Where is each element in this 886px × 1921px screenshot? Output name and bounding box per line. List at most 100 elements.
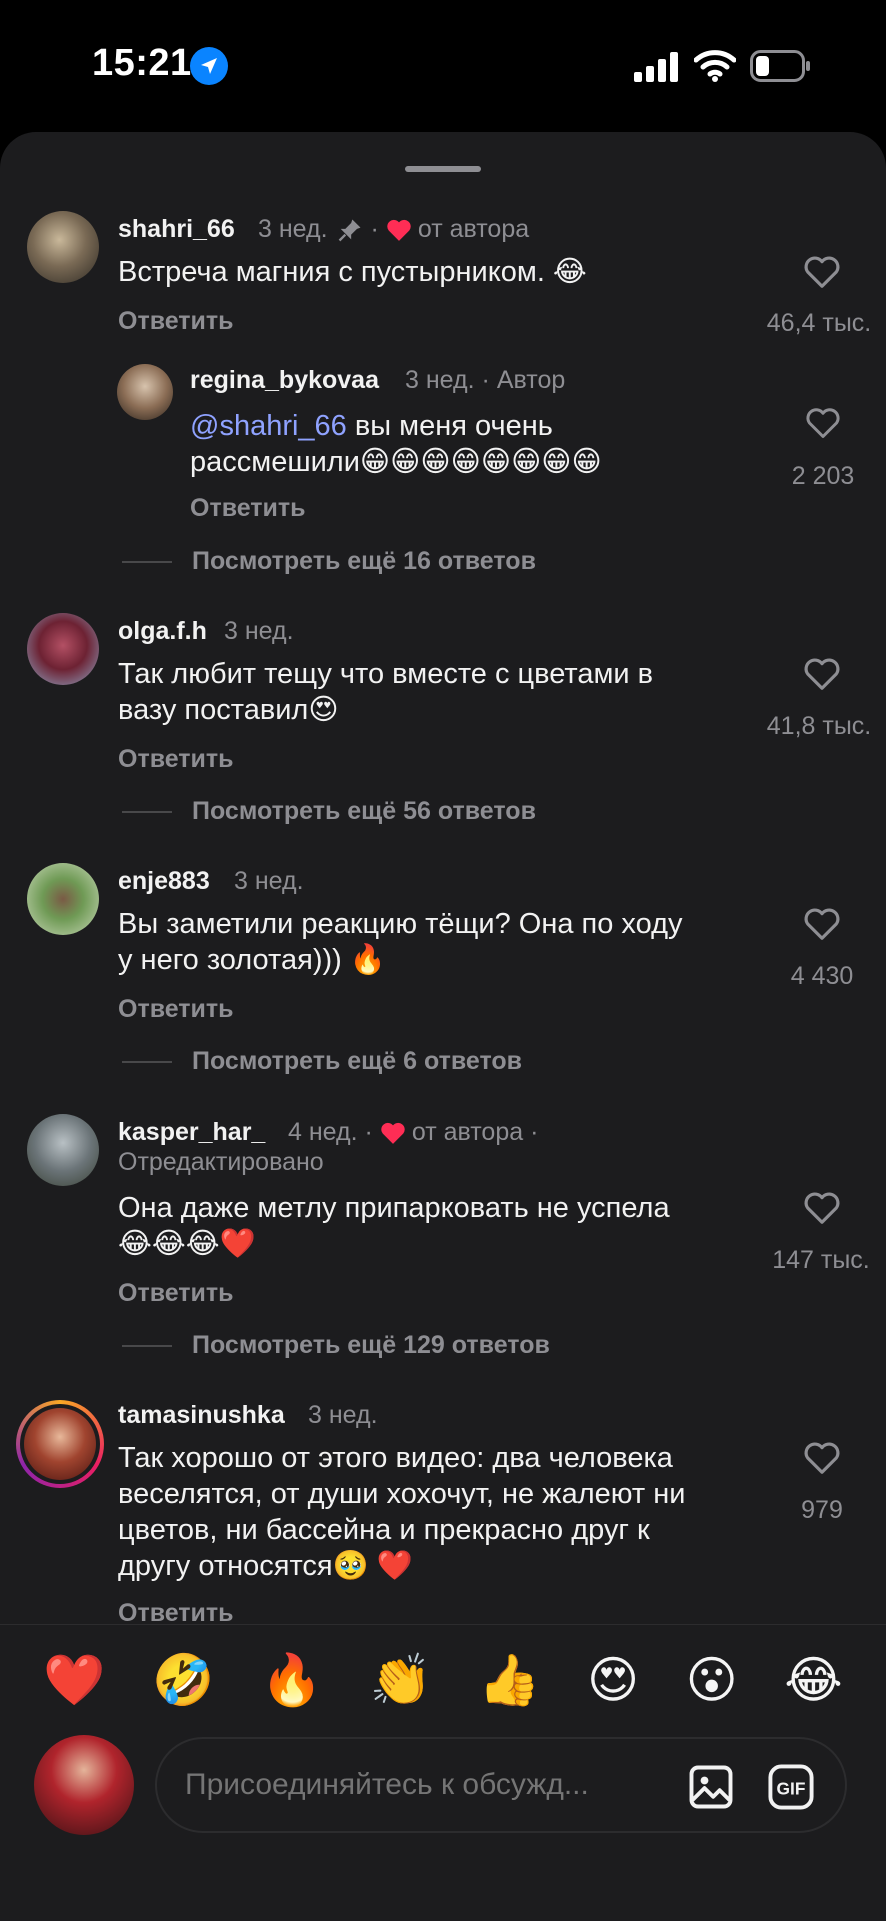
current-user-avatar bbox=[34, 1735, 134, 1835]
edited-label: Отредактировано bbox=[118, 1148, 324, 1176]
comment-text: Встреча магния с пустырником. 😂 bbox=[118, 256, 587, 288]
like-heart-icon[interactable] bbox=[803, 1440, 841, 1476]
comment-text: @shahri_66 вы меня очень рассмешили😁😁😁😁😁… bbox=[190, 408, 750, 480]
like-count: 46,4 тыс. bbox=[766, 309, 872, 337]
like-heart-icon[interactable] bbox=[803, 906, 841, 942]
comment-input[interactable] bbox=[183, 1767, 627, 1803]
comment-username[interactable]: shahri_66 bbox=[118, 215, 235, 244]
separator-dot: · bbox=[364, 1118, 373, 1146]
cellular-signal-icon bbox=[634, 52, 678, 82]
comment-text-line: вазу поставил😍 bbox=[118, 694, 339, 726]
quick-emoji-surprised[interactable]: 😮 bbox=[686, 1651, 738, 1709]
avatar[interactable] bbox=[27, 1114, 99, 1186]
comment-text: Вы заметили реакцию тёщи? Она по ходу у … bbox=[118, 906, 758, 978]
view-more-replies-button[interactable]: Посмотреть ещё 56 ответов bbox=[192, 797, 536, 826]
composer-area: ❤️ 🤣 🔥 👏 👍 😍 😮 😂 GIF bbox=[0, 1624, 886, 1921]
more-replies-line bbox=[122, 1061, 172, 1063]
location-arrow-icon bbox=[190, 47, 228, 85]
quick-emoji-clap[interactable]: 👏 bbox=[369, 1651, 431, 1709]
comment-text-line: 😂😂😂❤️ bbox=[118, 1228, 256, 1260]
view-more-replies-button[interactable]: Посмотреть ещё 16 ответов bbox=[192, 547, 536, 576]
comment-text: Так хорошо от этого видео: два человека … bbox=[118, 1440, 778, 1584]
status-time: 15:21 bbox=[92, 42, 192, 84]
pin-icon bbox=[338, 219, 361, 241]
like-heart-icon[interactable] bbox=[803, 1190, 841, 1226]
more-replies-line bbox=[122, 561, 172, 563]
quick-emoji-rofl[interactable]: 🤣 bbox=[152, 1651, 214, 1709]
avatar-image bbox=[24, 1408, 96, 1480]
comment-text-line: вы меня очень bbox=[346, 410, 553, 442]
comment-text-line: рассмешили😁😁😁😁😁😁😁😁 bbox=[190, 446, 602, 478]
comment-meta: 4 нед. · от автора · bbox=[288, 1118, 545, 1147]
author-badge: Автор bbox=[496, 366, 566, 394]
like-heart-icon[interactable] bbox=[805, 406, 841, 440]
comment-text-line: Она даже метлу припарковать не успела bbox=[118, 1192, 670, 1224]
separator-dot: · bbox=[481, 366, 490, 394]
comment-time: 3 нед. bbox=[405, 366, 475, 394]
status-bar: 15:21 bbox=[0, 0, 886, 130]
svg-text:GIF: GIF bbox=[777, 1779, 806, 1799]
comment-text-line: Так хорошо от этого видео: два человека bbox=[118, 1442, 673, 1474]
comment-text-line: Так любит тещу что вместе с цветами в bbox=[118, 658, 654, 690]
like-count: 147 тыс. bbox=[772, 1246, 870, 1274]
comment-username[interactable]: enje883 bbox=[118, 867, 210, 896]
comment-meta: 3 нед. bbox=[224, 617, 294, 646]
comment-username[interactable]: regina_bykovaa bbox=[190, 366, 379, 395]
comment-username[interactable]: olga.f.h bbox=[118, 617, 207, 646]
like-count: 979 bbox=[801, 1496, 843, 1524]
more-replies-line bbox=[122, 1345, 172, 1347]
comment-text-line: веселятся, от души хохочут, не жалеют ни bbox=[118, 1478, 686, 1510]
comment-text: Так любит тещу что вместе с цветами в ва… bbox=[118, 656, 738, 728]
like-count: 4 430 bbox=[790, 962, 854, 990]
avatar[interactable] bbox=[27, 211, 99, 283]
separator-dot: · bbox=[530, 1118, 539, 1146]
gif-icon[interactable]: GIF bbox=[765, 1761, 817, 1813]
comment-time: 3 нед. bbox=[234, 867, 304, 895]
author-liked-heart-icon bbox=[381, 1122, 405, 1144]
reply-button[interactable]: Ответить bbox=[118, 307, 234, 336]
comment-meta: 3 нед. bbox=[308, 1401, 378, 1430]
liked-by-author-label: от автора bbox=[417, 215, 530, 243]
like-heart-icon[interactable] bbox=[803, 254, 841, 290]
image-attach-icon[interactable] bbox=[685, 1761, 737, 1813]
reply-button[interactable]: Ответить bbox=[118, 745, 234, 774]
avatar[interactable] bbox=[27, 863, 99, 935]
like-heart-icon[interactable] bbox=[803, 656, 841, 692]
view-more-replies-button[interactable]: Посмотреть ещё 129 ответов bbox=[192, 1331, 550, 1360]
quick-reaction-bar: ❤️ 🤣 🔥 👏 👍 😍 😮 😂 bbox=[0, 1645, 886, 1715]
separator-dot: · bbox=[370, 215, 379, 243]
reply-button[interactable]: Ответить bbox=[118, 1279, 234, 1308]
quick-emoji-thumbs-up[interactable]: 👍 bbox=[478, 1651, 540, 1709]
comment-text-line: Вы заметили реакцию тёщи? Она по ходу bbox=[118, 908, 683, 940]
liked-by-author-label: от автора bbox=[411, 1118, 524, 1146]
quick-emoji-tears-of-joy[interactable]: 😂 bbox=[784, 1651, 842, 1709]
comment-username[interactable]: kasper_har_ bbox=[118, 1118, 265, 1147]
reply-button[interactable]: Ответить bbox=[190, 494, 306, 523]
author-liked-heart-icon bbox=[387, 219, 411, 241]
comment-time: 3 нед. bbox=[224, 617, 294, 645]
wifi-icon bbox=[694, 50, 736, 82]
avatar[interactable] bbox=[27, 613, 99, 685]
quick-emoji-heart-eyes[interactable]: 😍 bbox=[587, 1651, 639, 1709]
comment-meta: 3 нед. · от автора bbox=[258, 215, 529, 244]
comment-time: 3 нед. bbox=[308, 1401, 378, 1429]
more-replies-line bbox=[122, 811, 172, 813]
comment-text-line: у него золотая))) 🔥 bbox=[118, 944, 386, 976]
view-more-replies-button[interactable]: Посмотреть ещё 6 ответов bbox=[192, 1047, 522, 1076]
quick-emoji-fire[interactable]: 🔥 bbox=[261, 1651, 323, 1709]
quick-emoji-heart[interactable]: ❤️ bbox=[43, 1651, 105, 1709]
sheet-grabber[interactable] bbox=[405, 166, 481, 172]
avatar[interactable] bbox=[117, 364, 173, 420]
comment-text: Она даже метлу припарковать не успела 😂😂… bbox=[118, 1190, 758, 1262]
comment-text-line: цветов, ни бассейна и прекрасно друг к bbox=[118, 1514, 650, 1546]
mention-link[interactable]: @shahri_66 bbox=[190, 410, 347, 442]
comment-time: 3 нед. bbox=[258, 215, 328, 243]
comment-meta: 3 нед. · Автор bbox=[405, 366, 565, 395]
comment-composer[interactable]: GIF bbox=[155, 1737, 847, 1833]
comment-meta: 3 нед. bbox=[234, 867, 304, 896]
comment-text-line: другу относятся🥹 ❤️ bbox=[118, 1550, 413, 1582]
reply-button[interactable]: Ответить bbox=[118, 995, 234, 1024]
comment-time: 4 нед. bbox=[288, 1118, 358, 1146]
avatar-story-ring[interactable] bbox=[16, 1400, 104, 1488]
comment-username[interactable]: tamasinushka bbox=[118, 1401, 285, 1430]
